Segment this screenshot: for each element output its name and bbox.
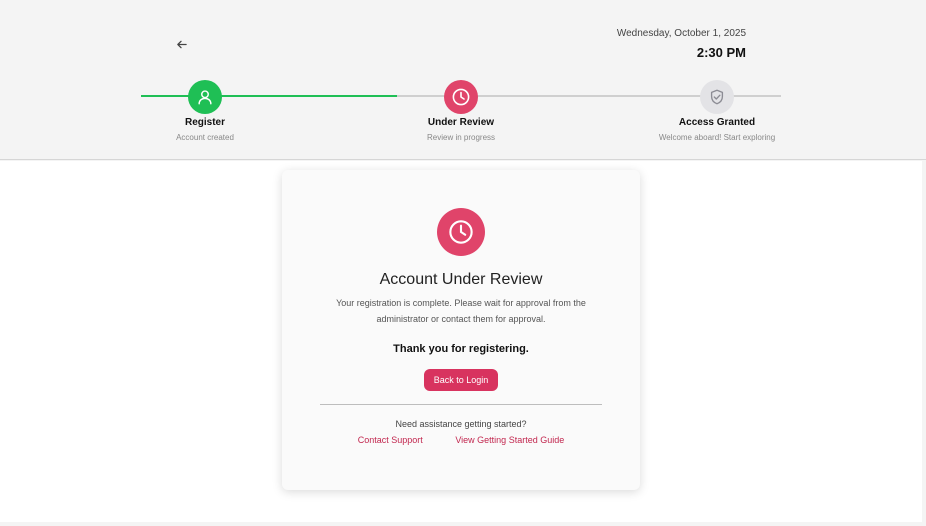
thanks-text: Thank you for registering.	[393, 343, 529, 355]
datetime: Wednesday, October 1, 2025 2:30 PM	[617, 28, 746, 60]
user-icon	[188, 80, 222, 114]
getting-started-guide-link[interactable]: View Getting Started Guide	[455, 435, 564, 445]
back-arrow-icon[interactable]	[172, 35, 190, 53]
step-title: Under Review	[427, 117, 495, 128]
divider	[320, 404, 602, 405]
step-title: Access Granted	[678, 117, 756, 128]
main-content: Account Under Review Your registration i…	[0, 161, 922, 522]
step-register: Register Account created	[105, 80, 305, 142]
review-card: Account Under Review Your registration i…	[282, 170, 640, 490]
step-subtitle: Account created	[176, 133, 234, 142]
shield-check-icon	[700, 80, 734, 114]
help-links: Contact Support View Getting Started Gui…	[282, 435, 640, 445]
step-access-granted: Access Granted Welcome aboard! Start exp…	[617, 80, 817, 142]
step-under-review: Under Review Review in progress	[361, 80, 561, 142]
card-message: Your registration is complete. Please wa…	[336, 298, 586, 324]
contact-support-link[interactable]: Contact Support	[358, 435, 423, 445]
step-title: Register	[184, 117, 225, 128]
current-date: Wednesday, October 1, 2025	[616, 28, 746, 39]
clock-icon	[444, 80, 478, 114]
header: Wednesday, October 1, 2025 2:30 PM Regis…	[0, 0, 926, 160]
card-title: Account Under Review	[379, 271, 543, 288]
assist-text: Need assistance getting started?	[395, 419, 527, 429]
step-subtitle: Review in progress	[426, 133, 496, 142]
clock-icon	[437, 208, 485, 256]
step-subtitle: Welcome aboard! Start exploring	[658, 133, 776, 142]
current-time: 2:30 PM	[696, 45, 746, 60]
back-to-login-button[interactable]: Back to Login	[423, 369, 499, 391]
